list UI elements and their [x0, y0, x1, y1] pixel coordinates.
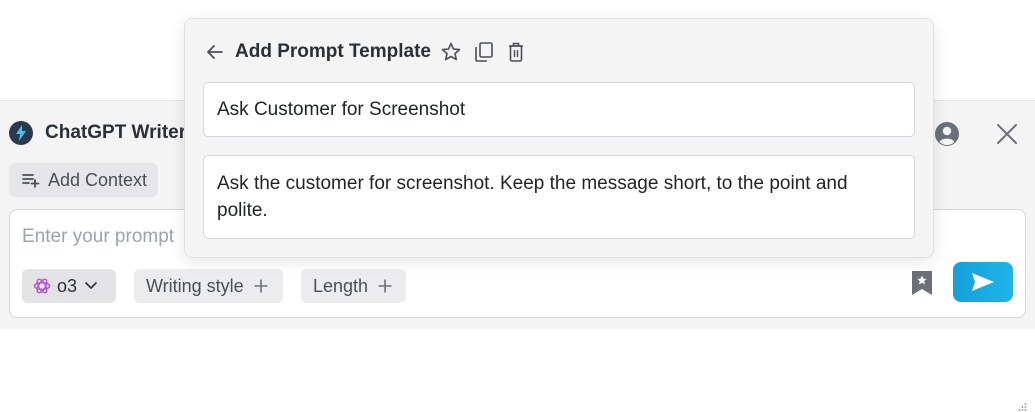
- user-circle-icon: [935, 122, 959, 146]
- writer-title: ChatGPT Writer: [45, 122, 187, 143]
- send-icon: [972, 273, 994, 291]
- writing-style-label: Writing style: [146, 275, 244, 296]
- dialog-title: Add Prompt Template: [235, 41, 431, 62]
- resize-handle-icon[interactable]: [1017, 402, 1027, 412]
- template-name-field[interactable]: Ask Customer for Screenshot: [203, 82, 915, 137]
- account-button[interactable]: [934, 121, 960, 147]
- writing-style-button[interactable]: Writing style: [134, 269, 283, 303]
- model-label: o3: [57, 275, 78, 296]
- chevron-down-icon: [85, 282, 97, 289]
- send-button[interactable]: [953, 262, 1013, 302]
- add-context-label: Add Context: [48, 169, 148, 190]
- dialog-header: Add Prompt Template: [203, 39, 431, 65]
- add-context-button[interactable]: Add Context: [9, 163, 158, 197]
- openai-logo-icon: [33, 278, 51, 294]
- arrow-left-icon: [207, 45, 223, 59]
- template-body-field[interactable]: Ask the customer for screenshot. Keep th…: [203, 155, 915, 239]
- delete-button[interactable]: [504, 40, 528, 64]
- close-icon: [997, 124, 1017, 144]
- model-selector[interactable]: o3: [22, 269, 116, 303]
- duplicate-button[interactable]: [472, 40, 496, 64]
- favorite-button[interactable]: [439, 40, 463, 64]
- prompt-templates-button[interactable]: [910, 270, 936, 298]
- prompt-template-dialog: Add Prompt Template Ask Customer for Scr…: [184, 18, 934, 258]
- back-button[interactable]: [203, 40, 227, 64]
- plus-icon: [254, 279, 268, 293]
- lightning-bolt-icon: [9, 121, 33, 145]
- writer-brand: ChatGPT Writer: [9, 121, 186, 145]
- bookmark-star-icon: [912, 271, 932, 295]
- plus-icon: [378, 279, 392, 293]
- list-add-icon: [22, 174, 40, 188]
- length-label: Length: [313, 275, 369, 296]
- star-icon: [441, 42, 461, 61]
- trash-icon: [509, 42, 523, 62]
- copy-icon: [475, 42, 493, 62]
- close-button[interactable]: [994, 121, 1020, 147]
- length-button[interactable]: Length: [301, 269, 406, 303]
